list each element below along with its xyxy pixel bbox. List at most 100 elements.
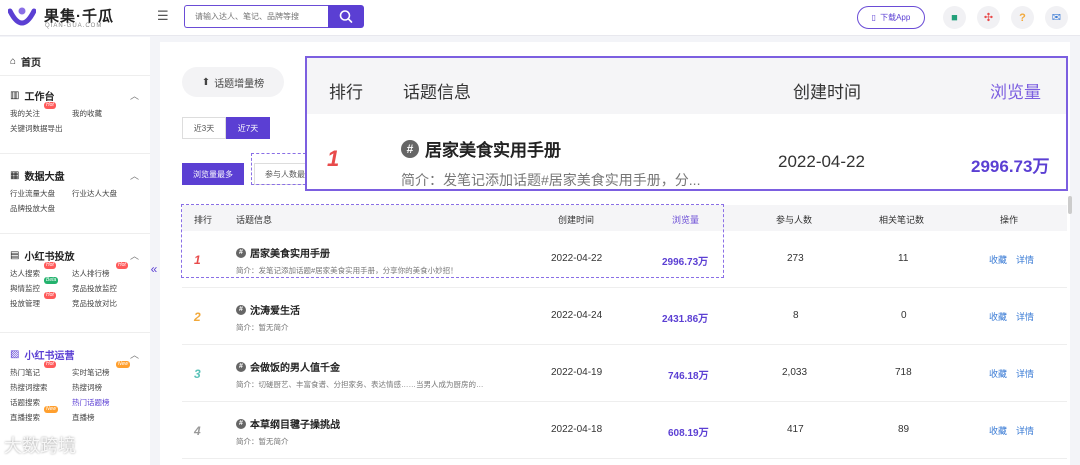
sidebar-item-competitor-monitor[interactable]: 竞品投放监控 <box>72 283 134 293</box>
sidebar-item-topic-search[interactable]: 话题搜索 <box>10 397 72 407</box>
row-participants: 8 <box>793 310 799 321</box>
sidebar-section-data-board: ▦ 数据大盘 ︿ 行业流量大盘 行业达人大盘 品牌投放大盘 <box>10 167 145 214</box>
section-title-label: 数据大盘 <box>24 171 65 183</box>
beta-badge: Beta <box>44 277 59 284</box>
callout-rank: 1 <box>327 146 340 171</box>
topic-title[interactable]: # 沈涛爱生活 <box>236 302 300 317</box>
divider <box>0 153 150 154</box>
sidebar-section-title[interactable]: ▨ 小红书运营 <box>10 346 145 362</box>
search-input[interactable] <box>184 5 328 28</box>
hashtag-icon: # <box>236 304 246 315</box>
help-icon[interactable]: ? <box>1011 6 1034 29</box>
detail-link[interactable]: 详情 <box>1016 310 1034 323</box>
sidebar-section-xhs-ops: ▨ 小红书运营 ︿ 热门笔记 Hot 实时笔记榜 New 热搜词搜索 热搜词榜 话题搜索热… <box>10 346 145 423</box>
callout-column-views: 浏览量 <box>990 83 1041 102</box>
sidebar-section-workbench: ▥ 工作台 ︿ 我的关注 Hot 我的收藏 关键词数据导出 <box>10 87 145 134</box>
briefcase-icon[interactable]: ■ <box>943 6 966 29</box>
row-date: 2022-04-18 <box>551 424 603 435</box>
callout-column-rank: 排行 <box>329 83 363 102</box>
chevron-up-icon[interactable]: ︿ <box>130 169 139 182</box>
sidebar-item-realtime-notes[interactable]: 实时笔记榜 New <box>72 361 134 377</box>
sidebar-section-title[interactable]: ▥ 工作台 <box>10 87 145 103</box>
favorite-link[interactable]: 收藏 <box>989 424 1007 437</box>
row-views: 746.18万 <box>668 371 709 382</box>
row-date: 2022-04-24 <box>551 310 603 321</box>
chevron-up-icon[interactable]: ︿ <box>130 249 139 262</box>
sort-most-views-button[interactable]: 浏览量最多 <box>182 163 244 185</box>
sidebar-item-brand-ad[interactable]: 品牌投放大盘 <box>10 203 72 213</box>
row-notes: 0 <box>901 310 907 321</box>
sidebar-item-hot-search-rank[interactable]: 热搜词榜 <box>72 382 134 392</box>
search-button[interactable] <box>328 5 364 28</box>
period-3days-button[interactable]: 近3天 <box>182 117 226 139</box>
scrollbar[interactable] <box>1068 196 1072 214</box>
callout-column-created: 创建时间 <box>793 83 861 102</box>
favorite-link[interactable]: 收藏 <box>989 367 1007 380</box>
phone-icon: ▯ <box>871 13 877 22</box>
divider <box>0 332 150 333</box>
sidebar-toggle-icon[interactable]: « <box>148 262 160 284</box>
sidebar-item-industry-traffic[interactable]: 行业流量大盘 <box>10 188 72 198</box>
divider <box>0 233 150 234</box>
sidebar-item-hot-search[interactable]: 热搜词搜索 <box>10 382 72 392</box>
menu-collapse-icon[interactable]: ☰ <box>157 9 171 23</box>
sidebar-item-hot-topics[interactable]: 热门话题榜 <box>72 397 134 407</box>
logo[interactable]: 果集·千瓜 QIAN-GUA.COM <box>8 4 138 32</box>
period-filter: 近3天 近7天 <box>182 117 270 139</box>
tab-label: 话题增量榜 <box>214 78 265 90</box>
section-title-label: 工作台 <box>24 91 55 103</box>
table-row: 4 # 本草纲目毽子操挑战 简介：暂无简介 2022-04-18 608.19万 … <box>182 402 1067 459</box>
arrow-up-circle-icon: ⬆ <box>201 76 211 88</box>
row-views: 608.19万 <box>668 428 709 439</box>
apps-grid-icon[interactable]: ✣ <box>977 6 1000 29</box>
callout-views: 2996.73万 <box>971 157 1050 176</box>
download-app-label: 下载App <box>880 13 911 22</box>
sidebar-item-home[interactable]: ⌂ 首页 <box>10 53 145 69</box>
sidebar: ⌂ 首页 ▥ 工作台 ︿ 我的关注 Hot 我的收藏 关键词数据导出 ▦ 数据大盘 ︿ 行… <box>0 37 150 465</box>
sidebar-item-live-rank[interactable]: 直播榜 <box>72 412 134 422</box>
logo-icon <box>8 7 36 26</box>
row-rank: 4 <box>194 424 201 438</box>
message-icon[interactable]: ✉ <box>1045 6 1068 29</box>
sidebar-item-kol-search[interactable]: 达人搜索 Hot <box>10 262 72 278</box>
sidebar-item-keyword-export[interactable]: 关键词数据导出 <box>10 123 140 133</box>
detail-link[interactable]: 详情 <box>1016 424 1034 437</box>
detail-link[interactable]: 详情 <box>1016 253 1034 266</box>
topic-intro: 简介：切磋厨艺、丰富食谱、分担家务、表达情感……当男人成为厨房的… <box>236 380 484 389</box>
sidebar-item-ad-manage[interactable]: 投放管理 Hot <box>10 292 72 308</box>
tab-topic-increase-rank[interactable]: ⬆ 话题增量榜 <box>182 67 284 97</box>
sidebar-item-my-favorites[interactable]: 我的收藏 <box>72 108 134 118</box>
topic-title[interactable]: # 会做饭的男人值千金 <box>236 359 340 374</box>
favorite-link[interactable]: 收藏 <box>989 310 1007 323</box>
column-participants[interactable]: 参与人数 <box>776 213 812 226</box>
chevron-up-icon[interactable]: ︿ <box>130 348 139 361</box>
chevron-up-icon[interactable]: ︿ <box>130 89 139 102</box>
row-views: 2431.86万 <box>662 314 709 325</box>
download-app-button[interactable]: ▯ 下载App <box>857 6 925 29</box>
sidebar-item-industry-kol[interactable]: 行业达人大盘 <box>72 188 134 198</box>
row-participants: 273 <box>787 253 804 264</box>
favorite-link[interactable]: 收藏 <box>989 253 1007 266</box>
sidebar-item-competitor-compare[interactable]: 竞品投放对比 <box>72 298 134 308</box>
sidebar-item-sentiment[interactable]: 舆情监控 Beta <box>10 277 72 293</box>
top-header: 果集·千瓜 QIAN-GUA.COM ☰ ▯ 下载App ■ ✣ ? ✉ <box>0 0 1080 36</box>
hot-badge: Hot <box>116 262 128 269</box>
row-rank: 2 <box>194 310 201 324</box>
search-icon <box>339 10 353 23</box>
column-notes[interactable]: 相关笔记数 <box>879 213 924 226</box>
period-7days-button[interactable]: 近7天 <box>226 117 270 139</box>
table-row: 2 # 沈涛爱生活 简介：暂无简介 2022-04-24 2431.86万 8 0… <box>182 288 1067 345</box>
sidebar-item-live-search[interactable]: 直播搜索 New <box>10 406 72 422</box>
sidebar-item-my-follows[interactable]: 我的关注 Hot <box>10 102 72 118</box>
detail-link[interactable]: 详情 <box>1016 367 1034 380</box>
trend-icon: ▨ <box>10 348 20 360</box>
sidebar-section-title[interactable]: ▦ 数据大盘 <box>10 167 145 183</box>
sidebar-item-kol-rank[interactable]: 达人排行榜 Hot <box>72 262 134 278</box>
sidebar-section-title[interactable]: ▤ 小红书投放 <box>10 247 145 263</box>
hot-badge: Hot <box>44 292 56 299</box>
sidebar-item-hot-notes[interactable]: 热门笔记 Hot <box>10 361 72 377</box>
row-notes: 11 <box>898 253 909 264</box>
row-date: 2022-04-19 <box>551 367 603 378</box>
topic-title[interactable]: # 本草纲目毽子操挑战 <box>236 416 340 431</box>
hashtag-icon: # <box>401 139 419 158</box>
